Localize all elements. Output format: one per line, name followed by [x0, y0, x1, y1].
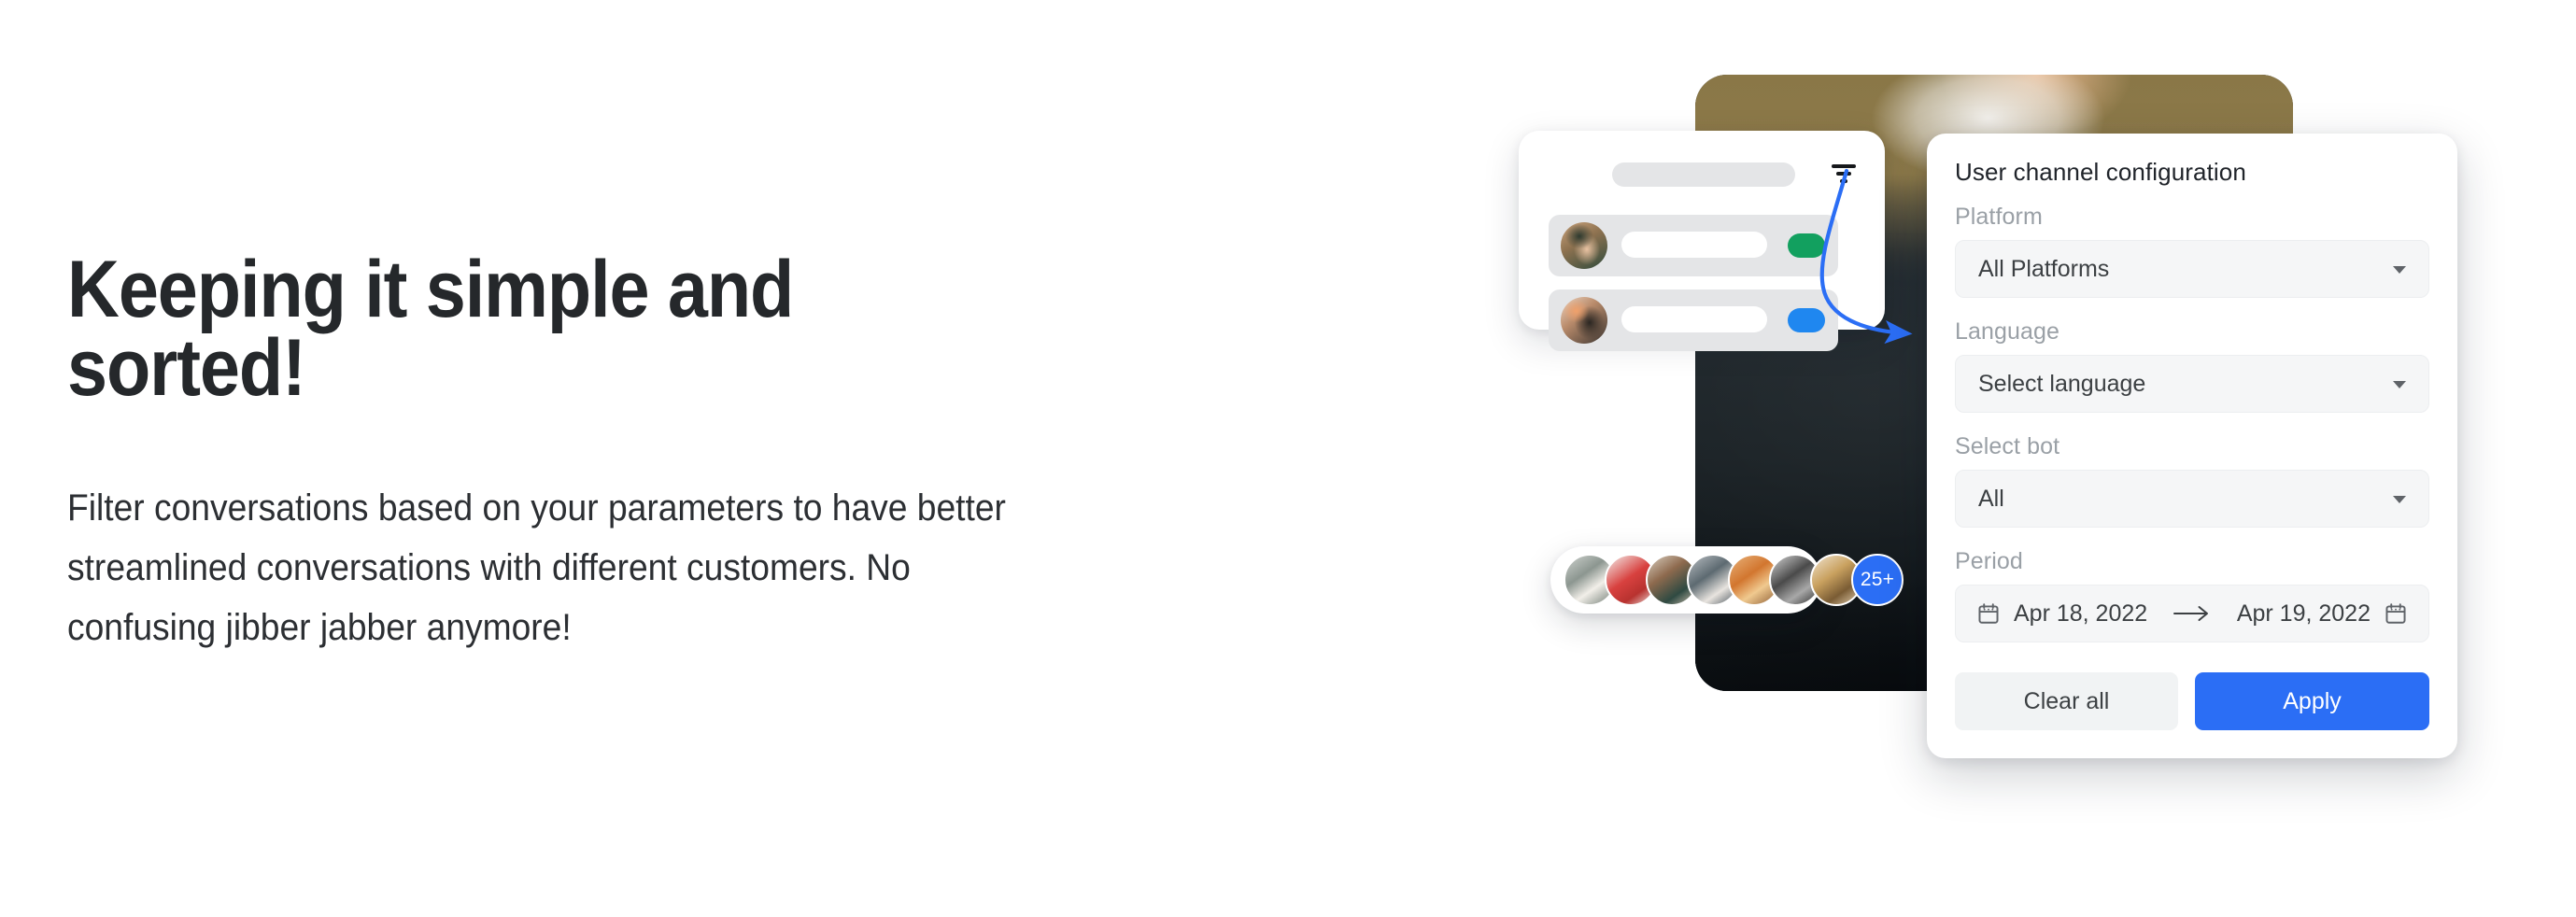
bot-select[interactable]: All	[1955, 470, 2429, 528]
chevron-down-icon	[2393, 266, 2406, 274]
search-input[interactable]	[1612, 162, 1795, 187]
hero-copy: Keeping it simple and sorted! Filter con…	[67, 245, 1076, 648]
language-select-value: Select language	[1978, 370, 2146, 397]
field-language: Language Select language	[1955, 318, 2429, 413]
field-label-platform: Platform	[1955, 204, 2043, 230]
field-period: Period Apr 18, 2022 Apr 19, 2022	[1955, 548, 2429, 642]
conversation-preview-placeholder	[1621, 306, 1767, 332]
field-platform: Platform All Platforms	[1955, 204, 2429, 298]
calendar-icon	[2385, 603, 2406, 624]
conversation-list-card	[1519, 131, 1885, 351]
period-end-value: Apr 19, 2022	[2236, 600, 2371, 627]
bot-select-value: All	[1978, 485, 2004, 512]
user-channel-configuration-panel: User channel configuration Platform All …	[1927, 134, 2457, 758]
panel-title: User channel configuration	[1955, 158, 2246, 186]
avatar-overflow-badge[interactable]: 25+	[1851, 554, 1904, 606]
page-title: Keeping it simple and sorted!	[67, 245, 794, 414]
period-date-range[interactable]: Apr 18, 2022 Apr 19, 2022	[1955, 585, 2429, 642]
product-mockup: 25+ User channel configuration Platform …	[1494, 37, 2541, 896]
field-label-period: Period	[1955, 548, 2023, 574]
panel-actions: Clear all Apply	[1955, 672, 2429, 730]
field-select-bot: Select bot All	[1955, 433, 2429, 528]
filter-icon[interactable]	[1831, 162, 1857, 185]
arrow-right-icon	[2147, 604, 2237, 623]
calendar-icon	[1978, 603, 1999, 624]
chevron-down-icon	[2393, 496, 2406, 503]
avatar-stack: 25+	[1564, 554, 1904, 606]
period-start[interactable]: Apr 18, 2022	[1976, 600, 2147, 628]
conversation-preview-placeholder	[1621, 232, 1767, 258]
avatar	[1561, 297, 1607, 344]
hero-body-text: Filter conversations based on your param…	[67, 487, 1006, 648]
status-badge	[1788, 308, 1825, 332]
platform-select[interactable]: All Platforms	[1955, 240, 2429, 298]
clear-all-button[interactable]: Clear all	[1955, 672, 2179, 730]
avatar	[1561, 222, 1607, 269]
participant-avatar-stack-card: 25+	[1550, 546, 1904, 614]
field-label-select-bot: Select bot	[1955, 433, 2060, 459]
conversation-row[interactable]	[1549, 289, 1838, 351]
platform-select-value: All Platforms	[1978, 255, 2110, 282]
apply-button[interactable]: Apply	[2195, 672, 2429, 730]
chevron-down-icon	[2393, 381, 2406, 388]
page-root: Keeping it simple and sorted! Filter con…	[0, 0, 2576, 917]
period-start-value: Apr 18, 2022	[2014, 600, 2148, 627]
period-end[interactable]: Apr 19, 2022	[2237, 600, 2408, 628]
field-label-language: Language	[1955, 318, 2060, 345]
language-select[interactable]: Select language	[1955, 355, 2429, 413]
conversation-list-header	[1519, 159, 1885, 187]
conversation-row[interactable]	[1549, 215, 1838, 276]
status-badge	[1788, 233, 1825, 258]
